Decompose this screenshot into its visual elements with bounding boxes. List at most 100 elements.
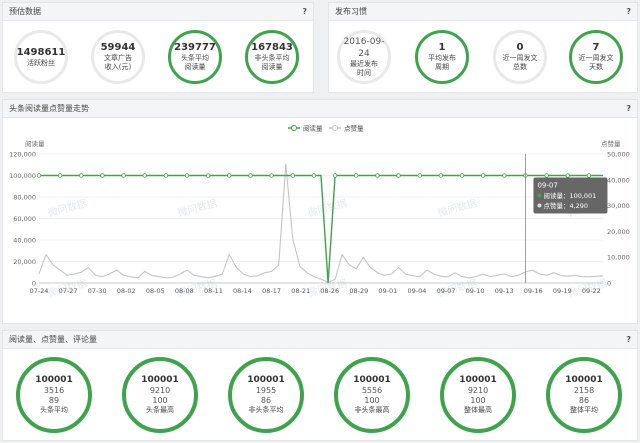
series-read-point[interactable] (290, 173, 295, 178)
habit-circle-value: 2016-09-24 (343, 37, 385, 59)
trend-help-icon[interactable]: ? (626, 100, 631, 118)
habit-circle-label: 平均发布 (428, 54, 456, 62)
estimate-title: 预估数据 (9, 7, 41, 16)
y2-axis-label: 点赞量 (601, 139, 621, 148)
series-read-point[interactable] (227, 173, 232, 178)
y-tick-label: 60,000 (13, 215, 36, 223)
series-read-point[interactable] (311, 173, 317, 178)
x-tick-label: 09-01 (378, 287, 397, 295)
series-read-line (39, 174, 603, 284)
habit-title: 发布习惯 (335, 7, 367, 16)
stats-read-value: 100001 (353, 375, 391, 385)
y2-tick-label: 30,000 (607, 202, 630, 210)
series-read-point[interactable] (417, 173, 422, 178)
y-axis-label: 阅读量 (25, 139, 45, 148)
series-read-point[interactable] (184, 173, 190, 178)
stats-read-value: 100001 (141, 375, 179, 385)
series-read-point[interactable] (205, 173, 211, 178)
habit-circle-1: 1 平均发布 周期 (415, 30, 469, 84)
estimate-circle-label: 非头条平均 (254, 54, 290, 62)
stats-circle-label: 整体最高 (464, 406, 492, 414)
series-read-point[interactable] (396, 173, 401, 178)
x-tick-label: 09-04 (407, 287, 426, 295)
series-read-point[interactable] (163, 173, 169, 178)
estimate-circle-value: 167843 (251, 42, 293, 53)
x-tick-label: 09-13 (495, 287, 514, 295)
series-read-point[interactable] (248, 173, 253, 178)
stats-read-value: 100001 (565, 375, 603, 385)
stats-comment-value: 86 (260, 396, 272, 405)
stats-circle-4: 100001 9210 100 整体最高 (440, 357, 516, 433)
series-read-point[interactable] (269, 173, 274, 178)
habit-panel-header: 发布习惯 ? (329, 3, 637, 21)
trend-title: 头条阅读量点赞量走势 (9, 104, 89, 113)
stats-panel-header: 阅读量、点赞量、评论量 ? (3, 331, 637, 349)
series-read-point[interactable] (142, 173, 147, 178)
stats-like-value: 5556 (361, 386, 383, 395)
stats-like-value: 1955 (255, 386, 277, 395)
habit-circle-label: 天数 (589, 63, 603, 71)
y-tick-label: 20,000 (13, 258, 36, 266)
x-tick-label: 09-10 (466, 287, 485, 295)
series-read-point[interactable] (57, 173, 63, 178)
series-read-point[interactable] (480, 173, 486, 178)
tooltip-like-line: 点赞量：4,290 (543, 201, 588, 210)
x-tick-label: 07-27 (59, 287, 78, 295)
stats-circle-3: 100001 5556 100 非头条最高 (334, 357, 410, 433)
legend-read-label[interactable]: 阅读量 (303, 124, 323, 133)
x-tick-label: 08-05 (146, 287, 165, 295)
legend-read-marker (291, 125, 297, 131)
estimate-circle-value: 239777 (174, 42, 216, 53)
estimate-help-icon[interactable]: ? (302, 3, 307, 21)
trend-chart: 微问数据微问数据微问数据微问数据微问数据微问数据微问数据微问数据微问数据微问数据… (9, 124, 630, 300)
x-tick-label: 08-29 (349, 287, 368, 295)
series-read-point[interactable] (121, 173, 126, 178)
habit-circle-label: 周期 (435, 63, 449, 71)
stats-help-icon[interactable]: ? (626, 331, 631, 349)
habit-circle-0: 2016-09-24 最近发布 时间 (337, 30, 391, 84)
habit-circle-2: 0 近一周发文 总数 (493, 30, 547, 84)
estimate-circle-label: 收入(元) (104, 63, 132, 71)
habit-circle-label: 近一周发文 (578, 54, 614, 62)
series-read-point[interactable] (332, 173, 338, 178)
tooltip-like-dot (537, 203, 542, 208)
stats-like-value: 9210 (149, 386, 171, 395)
x-tick-label: 08-21 (291, 287, 310, 295)
estimate-circle-value: 59944 (100, 42, 136, 53)
y2-tick-label: 40,000 (607, 176, 630, 184)
trend-panel-header: 头条阅读量点赞量走势 ? (3, 100, 637, 118)
estimate-circle-value: 1498611 (16, 46, 66, 58)
stats-like-value: 2158 (573, 386, 595, 395)
y2-tick-label: 50,000 (607, 151, 630, 159)
stats-circle-label: 整体平均 (570, 406, 598, 414)
watermark-text: 微问数据 (46, 196, 88, 219)
legend-like-marker (332, 125, 338, 131)
y-tick-label: 100,000 (9, 172, 36, 180)
series-read-point[interactable] (354, 173, 359, 178)
series-read-point[interactable] (100, 173, 105, 178)
habit-circle-value: 0 (516, 42, 524, 53)
stats-circle-0: 100001 3516 89 头条平均 (16, 357, 92, 433)
y2-tick-label: 20,000 (607, 228, 630, 236)
estimate-circle-0: 1498611 活跃粉丝 (14, 30, 68, 84)
habit-circle-label: 最近发布 (350, 60, 378, 68)
series-read-point[interactable] (459, 173, 465, 178)
series-read-point[interactable] (544, 173, 549, 178)
x-tick-label: 08-02 (117, 287, 136, 295)
trend-panel: 头条阅读量点赞量走势 ? 微问数据 微问数据 微问数据 微问数据 微问数据 微问数据 微问数… (2, 99, 638, 324)
series-read-point[interactable] (36, 173, 42, 178)
y-tick-label: 40,000 (13, 237, 36, 245)
x-tick-label: 07-24 (30, 287, 49, 295)
series-read-point[interactable] (565, 173, 570, 178)
stats-circle-label: 头条最高 (146, 406, 174, 414)
series-read-point[interactable] (375, 173, 380, 178)
series-read-point[interactable] (79, 173, 84, 178)
series-read-point[interactable] (502, 173, 507, 178)
y-tick-label: 80,000 (13, 194, 36, 202)
x-tick-label: 09-16 (524, 287, 543, 295)
series-read-point[interactable] (586, 173, 592, 178)
legend-like-label[interactable]: 点赞量 (344, 124, 364, 133)
series-read-point[interactable] (438, 173, 444, 178)
habit-help-icon[interactable]: ? (626, 3, 631, 21)
stats-comment-value: 100 (470, 396, 486, 405)
